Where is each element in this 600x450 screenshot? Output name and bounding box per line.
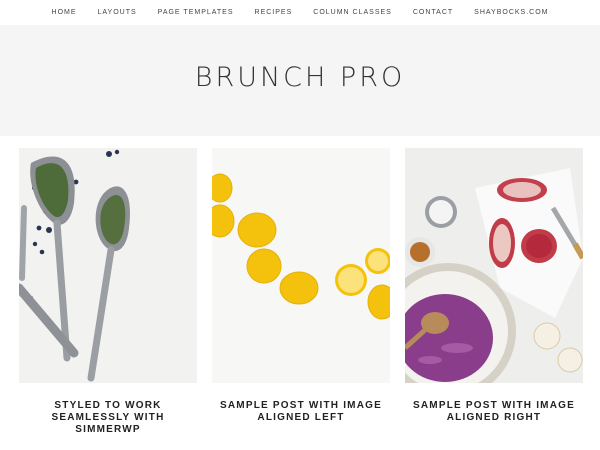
post-title[interactable]: STYLED TO WORK SEAMLESSLY WITH SIMMERWP (19, 400, 197, 436)
nav-item-contact[interactable]: CONTACT (413, 9, 453, 16)
main-nav: HOME LAYOUTS PAGE TEMPLATES RECIPES COLU… (0, 0, 600, 25)
post-thumbnail-pomegranate[interactable] (405, 148, 583, 383)
nav-item-shaybocks[interactable]: SHAYBOCKS.COM (474, 9, 548, 16)
nav-item-column-classes[interactable]: COLUMN CLASSES (313, 9, 392, 16)
spoons-image (19, 148, 197, 383)
nav-item-recipes[interactable]: RECIPES (255, 9, 293, 16)
nav-item-layouts[interactable]: LAYOUTS (98, 9, 137, 16)
nav-item-page-templates[interactable]: PAGE TEMPLATES (158, 9, 234, 16)
post-title[interactable]: SAMPLE POST WITH IMAGE ALIGNED LEFT (212, 400, 390, 424)
site-title[interactable]: BRUNCH PRO (195, 62, 405, 93)
pomegranate-image (405, 148, 583, 383)
post-card: SAMPLE POST WITH IMAGE ALIGNED LEFT (212, 148, 390, 424)
post-card: SAMPLE POST WITH IMAGE ALIGNED RIGHT (405, 148, 583, 424)
post-thumbnail-spoons[interactable] (19, 148, 197, 383)
nav-item-home[interactable]: HOME (52, 9, 77, 16)
post-thumbnail-lemons[interactable] (212, 148, 390, 383)
lemons-image (212, 148, 390, 383)
site-header: BRUNCH PRO (0, 25, 600, 136)
post-card: STYLED TO WORK SEAMLESSLY WITH SIMMERWP (19, 148, 197, 436)
post-title[interactable]: SAMPLE POST WITH IMAGE ALIGNED RIGHT (405, 400, 583, 424)
